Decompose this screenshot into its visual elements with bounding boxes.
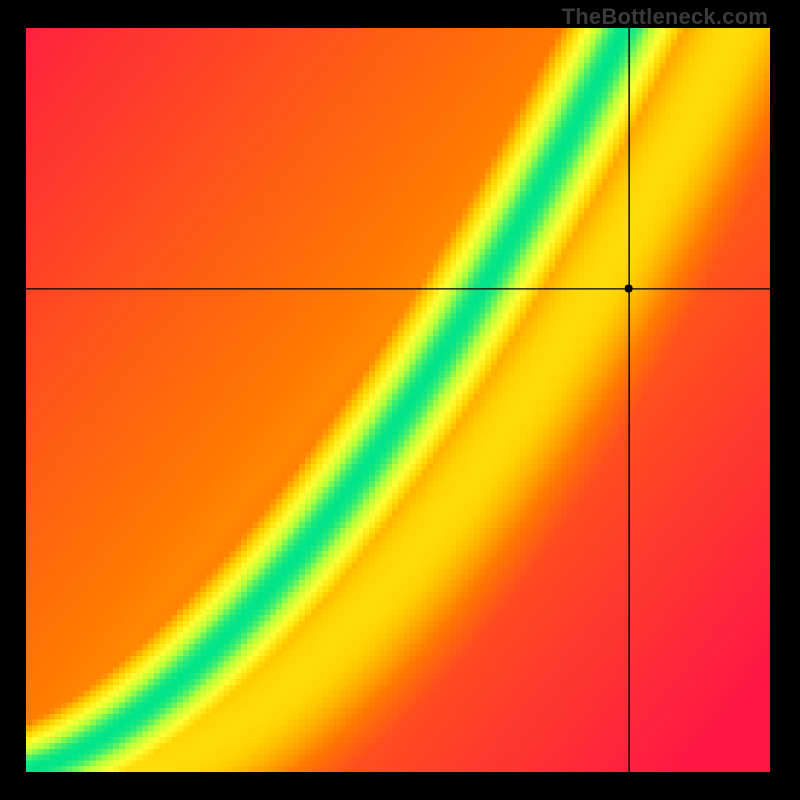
watermark-text: TheBottleneck.com xyxy=(562,4,768,30)
crosshair-overlay xyxy=(26,28,770,772)
chart-frame: TheBottleneck.com xyxy=(0,0,800,800)
